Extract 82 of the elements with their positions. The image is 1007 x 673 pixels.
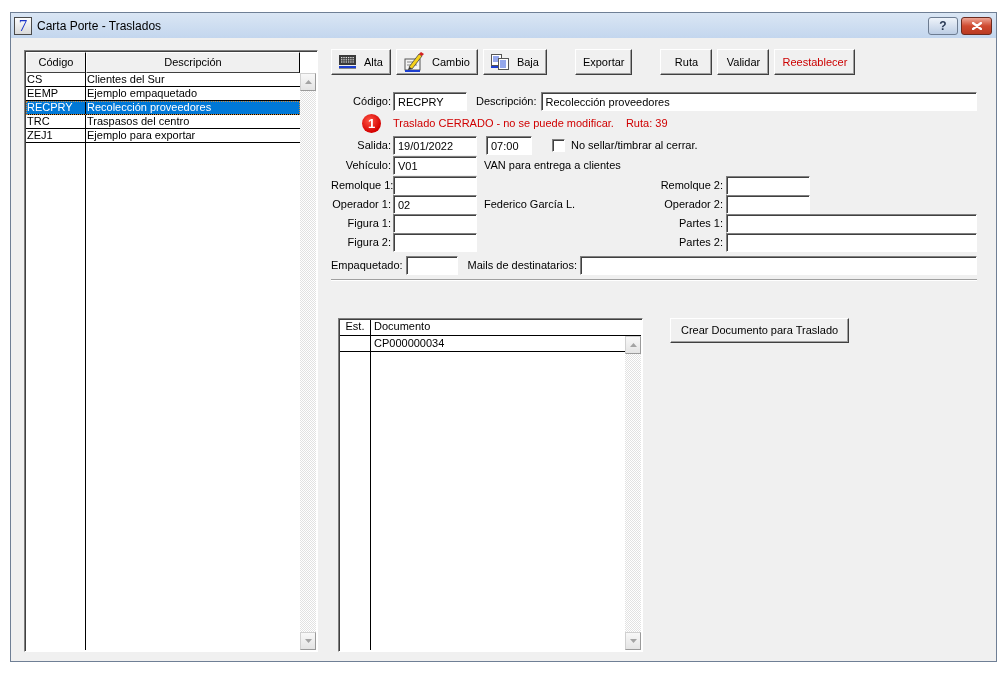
table-cell: Traspasos del centro	[86, 115, 190, 128]
table-cell: EEMP	[26, 87, 86, 100]
input-field[interactable]	[726, 176, 810, 195]
toolbar-button[interactable]: Ruta	[660, 49, 713, 75]
field-label: Operador 2:	[664, 198, 723, 211]
help-button[interactable]: ?	[928, 16, 958, 35]
up-arrow-icon	[304, 80, 312, 84]
scroll-up-button[interactable]	[625, 336, 641, 354]
input-field[interactable]	[726, 233, 977, 252]
email-field[interactable]	[580, 256, 977, 275]
scroll-up-button[interactable]	[300, 73, 316, 91]
keyboard-icon	[339, 55, 356, 69]
toolbar-button[interactable]: Exportar	[574, 49, 633, 75]
field-label: Código:	[352, 95, 391, 108]
create-document-button[interactable]: Crear Documento para Traslado	[670, 318, 850, 343]
field-label: Mails de destinatarios:	[467, 259, 577, 272]
field-label: Partes 1:	[678, 217, 723, 230]
scrollbar[interactable]	[300, 73, 316, 650]
toolbar-button[interactable]: Alta	[331, 49, 391, 75]
toolbar-button[interactable]: Baja	[482, 49, 547, 75]
table-cell: Recolección proveedores	[86, 101, 212, 114]
field-label: Figura 2:	[346, 236, 391, 249]
scrollbar[interactable]	[625, 336, 641, 650]
field-note: Federico García L.	[484, 198, 576, 211]
field-label: Remolque 2:	[660, 179, 723, 192]
table-cell: RECPRY	[26, 101, 86, 114]
field-label: Partes 2:	[678, 236, 723, 249]
code-field[interactable]: RECPRY	[393, 92, 467, 111]
list-row[interactable]: TRC Traspasos del centro	[26, 115, 300, 129]
window-title: Carta Porte - Traslados	[37, 17, 162, 34]
table-cell: Clientes del Sur	[86, 73, 165, 86]
table-cell: CS	[26, 73, 86, 86]
table-cell: Ejemplo empaquetado	[86, 87, 198, 100]
input-field[interactable]	[393, 176, 477, 195]
checkbox[interactable]	[552, 139, 565, 152]
field-label: Empaquetado:	[331, 259, 403, 272]
status-message: Traslado CERRADO - no se puede modificar.	[393, 116, 614, 130]
list-row[interactable]: CS Clientes del Sur	[26, 73, 300, 87]
field-label: Remolque 1:	[331, 179, 391, 192]
column-header[interactable]: Descripción	[86, 52, 300, 73]
route-label: Ruta: 39	[625, 116, 668, 130]
close-button[interactable]	[961, 16, 992, 35]
table-cell: Ejemplo para exportar	[86, 129, 196, 142]
checkbox-label: No sellar/timbrar al cerrar.	[571, 139, 698, 152]
field-note: VAN para entrega a clientes	[484, 159, 621, 172]
input-field[interactable]	[393, 214, 477, 233]
toolbar-button[interactable]: Cambio	[395, 49, 478, 75]
date-field[interactable]: 19/01/2022	[393, 136, 477, 155]
input-field[interactable]	[405, 256, 458, 275]
table-cell-text: CP000000034	[373, 336, 445, 351]
alert-badge: 1	[362, 113, 381, 133]
column-header[interactable]: Código	[26, 52, 86, 73]
app-icon: 7	[14, 16, 32, 35]
field-label: Operador 1:	[331, 198, 391, 211]
field-label: Figura 1:	[346, 217, 391, 230]
scroll-down-button[interactable]	[625, 632, 641, 650]
toolbar-button[interactable]: Reestablecer	[774, 49, 856, 75]
list-row[interactable]: ZEJ1 Ejemplo para exportar	[26, 129, 300, 143]
input-field[interactable]	[726, 195, 810, 214]
list-row[interactable]: RECPRY Recolección proveedores	[26, 101, 300, 115]
documents-icon	[490, 54, 509, 70]
input-field[interactable]	[726, 214, 977, 233]
field-label: Descripción:	[476, 95, 537, 108]
list-row[interactable]: CP000000034	[340, 336, 625, 352]
toolbar-button[interactable]: Validar	[717, 49, 770, 75]
up-arrow-icon	[629, 343, 637, 347]
description-field[interactable]: Recolección proveedores	[540, 92, 977, 111]
down-arrow-icon	[304, 639, 312, 643]
table-cell: TRC	[26, 115, 86, 128]
column-header[interactable]: Est.	[340, 320, 371, 335]
time-field[interactable]: 07:00	[486, 136, 532, 155]
table-cell: ZEJ1	[26, 129, 86, 142]
close-icon	[971, 21, 982, 30]
field-label: Salida:	[356, 139, 391, 152]
scroll-down-button[interactable]	[300, 632, 316, 650]
field-label: Vehículo:	[344, 159, 391, 172]
input-field[interactable]: V01	[393, 156, 477, 175]
input-field[interactable]	[393, 233, 477, 252]
down-arrow-icon	[629, 639, 637, 643]
notepad-pencil-icon	[403, 52, 424, 72]
column-header[interactable]: Documento	[371, 320, 431, 335]
input-field[interactable]: 02	[393, 195, 477, 214]
